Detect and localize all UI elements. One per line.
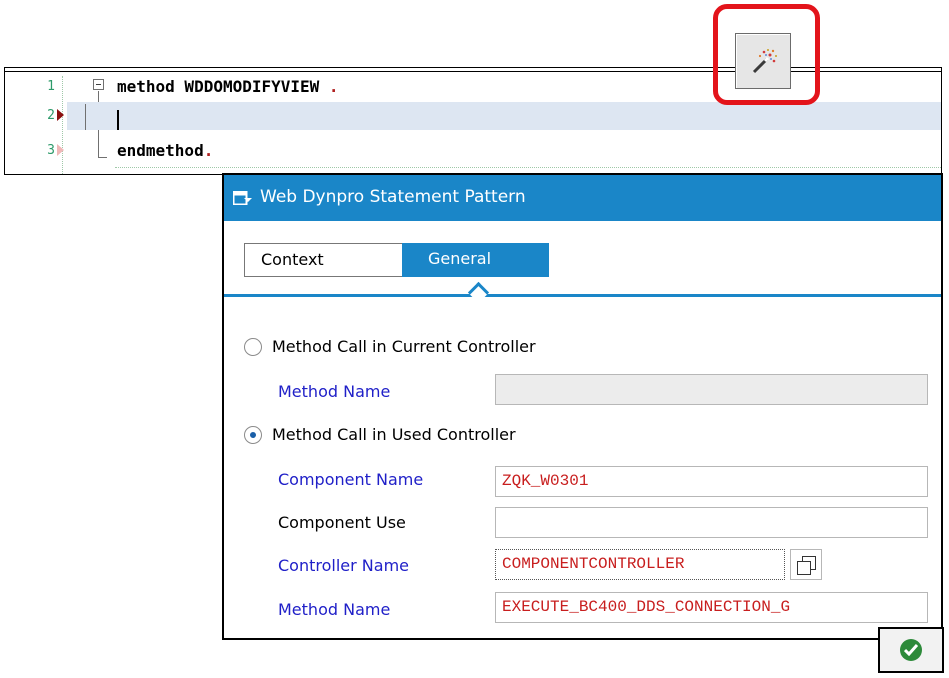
line-marker-icon (57, 144, 64, 156)
text-cursor (117, 110, 119, 130)
component-use-field[interactable] (495, 507, 928, 538)
current-line-marker-icon (57, 109, 64, 121)
used-method-name-field[interactable]: EXECUTE_BC400_DDS_CONNECTION_G (495, 592, 928, 623)
component-use-label: Component Use (278, 513, 406, 532)
active-tab-pointer (467, 281, 490, 304)
code-line-3[interactable]: 3 endmethod. (5, 137, 941, 165)
code-terminator: . (203, 141, 214, 160)
option-current-controller[interactable]: Method Call in Current Controller (244, 335, 664, 361)
option-used-controller[interactable]: Method Call in Used Controller (244, 423, 664, 449)
dialog-title-bar[interactable]: Web Dynpro Statement Pattern (224, 175, 941, 221)
line-number: 1 (47, 79, 55, 94)
dialog-title: Web Dynpro Statement Pattern (260, 187, 526, 207)
code-keyword: endmethod (117, 141, 204, 160)
code-terminator: . (328, 77, 339, 96)
statement-pattern-dialog: Web Dynpro Statement Pattern Context Gen… (222, 173, 943, 640)
tab-general[interactable]: General (402, 243, 549, 277)
tab-context[interactable]: Context (244, 243, 402, 277)
radio-used-controller[interactable] (244, 426, 262, 444)
radio-current-controller[interactable] (244, 338, 262, 356)
confirm-button[interactable] (878, 627, 944, 673)
radio-label: Method Call in Used Controller (272, 425, 516, 444)
value-help-button[interactable] (790, 549, 822, 580)
code-text[interactable]: endmethod. (117, 141, 213, 160)
dialog-window-icon (233, 191, 252, 205)
controller-name-label: Controller Name (278, 556, 409, 575)
editor-baseline (115, 167, 941, 168)
code-keyword: method (117, 77, 175, 96)
component-name-field[interactable]: ZQK_W0301 (495, 466, 928, 497)
current-method-name-label: Method Name (278, 382, 391, 401)
code-identifier: WDDOMODIFYVIEW (174, 77, 329, 96)
controller-name-field[interactable]: COMPONENTCONTROLLER (495, 549, 785, 580)
radio-label: Method Call in Current Controller (272, 337, 536, 356)
component-name-label: Component Name (278, 470, 424, 489)
code-line-2[interactable]: 2 (5, 102, 941, 130)
code-text[interactable]: method WDDOMODIFYVIEW . (117, 77, 339, 96)
collapse-block-icon[interactable] (93, 79, 104, 90)
tab-underline (224, 294, 941, 297)
line-number: 3 (47, 143, 55, 158)
line-number: 2 (47, 108, 55, 123)
used-method-name-label: Method Name (278, 600, 391, 619)
indent-guide-line (85, 104, 86, 130)
checkmark-icon (900, 639, 922, 661)
highlight-frame (713, 4, 820, 105)
value-help-icon (797, 556, 816, 575)
current-method-name-field (495, 374, 928, 405)
